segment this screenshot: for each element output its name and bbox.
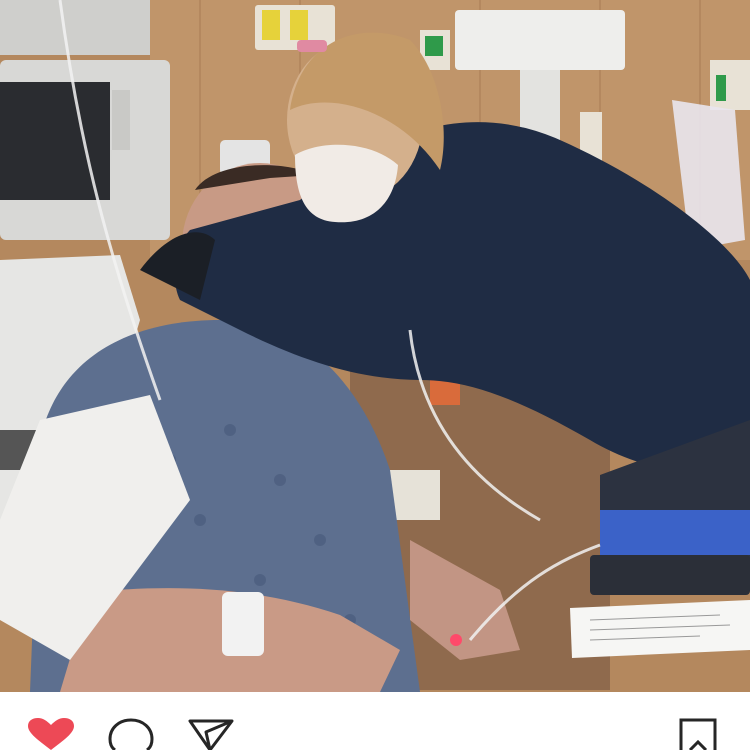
post-action-bar — [0, 692, 750, 752]
heart-filled-icon[interactable] — [28, 718, 74, 750]
paper-plane-icon[interactable] — [188, 718, 234, 752]
bookmark-icon[interactable] — [678, 718, 724, 752]
post-photo[interactable] — [0, 0, 750, 692]
speech-bubble-icon[interactable] — [108, 718, 154, 752]
post-photo-image — [0, 0, 750, 692]
